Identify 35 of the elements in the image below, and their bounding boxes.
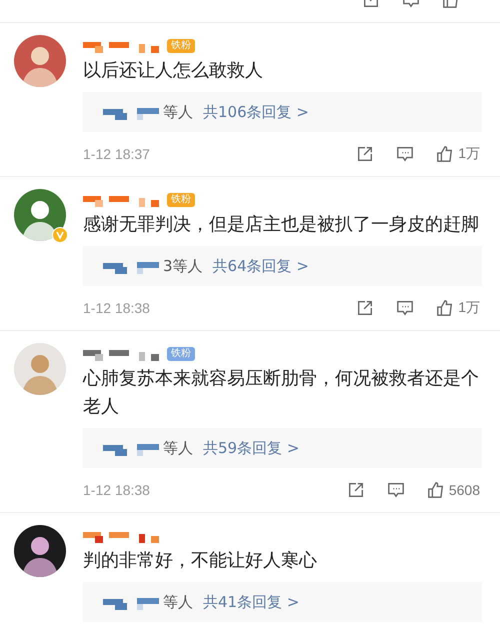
comment-text: 感谢无罪判决，但是店主也是被扒了一身皮的赶脚	[83, 213, 480, 237]
reply-count-link[interactable]: 共106条回复 >	[203, 102, 309, 122]
share-icon[interactable]	[356, 145, 374, 163]
comment-icon[interactable]	[396, 299, 414, 317]
comment-icon[interactable]	[396, 145, 414, 163]
replies-panel[interactable]: 3等人 共64条回复 >	[83, 246, 482, 286]
like-count: 1万	[458, 145, 480, 163]
replies-panel[interactable]: 等人 共59条回复 >	[83, 428, 482, 468]
comment-time: 1-12 18:38	[83, 482, 150, 498]
fan-badge: 铁粉	[167, 193, 195, 207]
thumbs-up-icon[interactable]	[436, 299, 454, 317]
comment-text: 判的非常好，不能让好人寒心	[83, 549, 318, 573]
thumbs-up-icon[interactable]	[436, 145, 454, 163]
thumbs-up-icon[interactable]	[426, 481, 445, 499]
fan-badge: 铁粉	[167, 39, 195, 53]
reply-count-link[interactable]: 共59条回复 >	[203, 438, 300, 458]
reply-users: 等人	[163, 592, 193, 612]
verified-icon	[52, 227, 68, 243]
replies-panel[interactable]: 等人 共41条回复 >	[83, 582, 482, 622]
fan-badge: 铁粉	[167, 347, 195, 361]
reply-count-link[interactable]: 共64条回复 >	[212, 256, 309, 276]
like-count: 5608	[448, 482, 480, 498]
share-icon[interactable]	[356, 299, 374, 317]
comment-icon[interactable]	[386, 481, 405, 499]
replies-panel[interactable]: 等人 共106条回复 >	[83, 92, 482, 132]
reply-users: 等人	[163, 438, 193, 458]
comment-time: 1-12 18:37	[83, 146, 150, 162]
like-count: 1万	[458, 299, 480, 317]
reply-count-link[interactable]: 共41条回复 >	[203, 592, 300, 612]
share-icon[interactable]	[346, 481, 365, 499]
reply-users: 等人	[163, 102, 193, 122]
comment-time: 1-12 18:38	[83, 300, 150, 316]
reply-users: 3等人	[163, 256, 203, 276]
comment-text: 心肺复苏本来就容易压断肋骨，何况被救者还是个老人	[83, 367, 480, 419]
comment-text: 以后还让人怎么敢救人	[83, 59, 264, 83]
